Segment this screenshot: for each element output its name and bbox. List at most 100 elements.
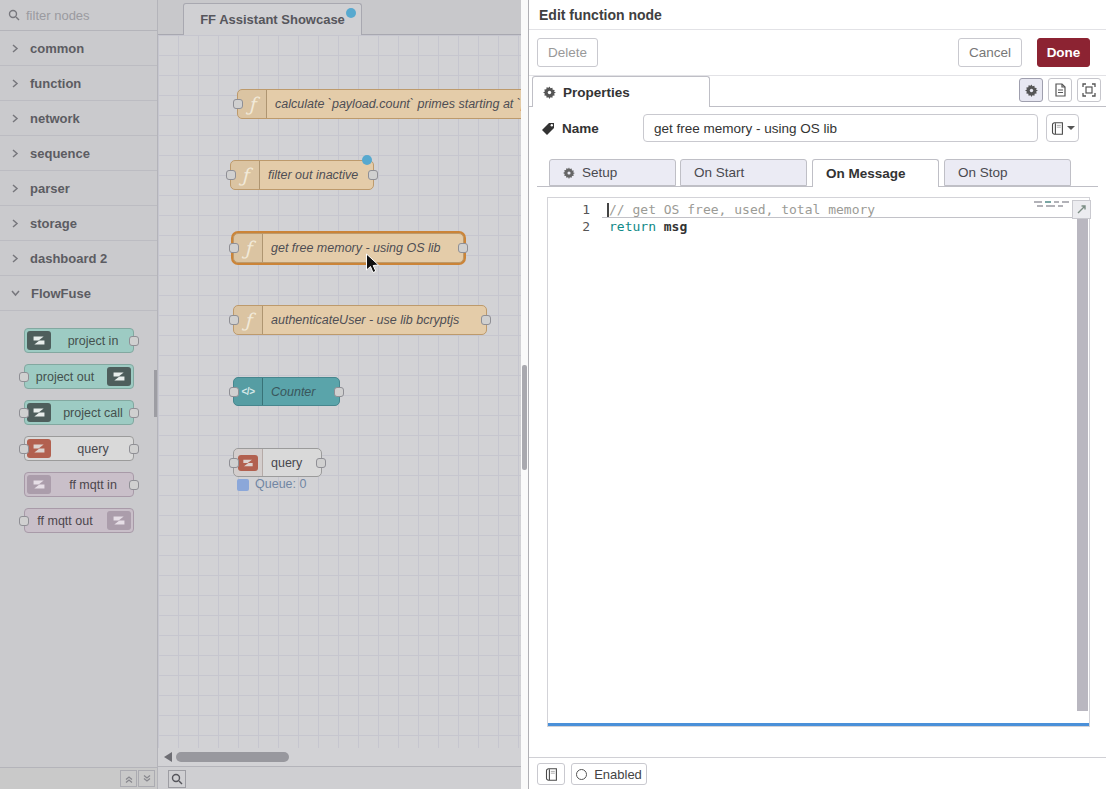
expand-all-button[interactable] bbox=[138, 770, 155, 787]
node-output-port[interactable] bbox=[129, 336, 139, 346]
search-icon bbox=[8, 9, 20, 21]
palette-scrollbar[interactable] bbox=[154, 370, 157, 417]
node-input-port[interactable] bbox=[19, 372, 29, 382]
palette-search[interactable]: filter nodes bbox=[0, 0, 157, 31]
done-button[interactable]: Done bbox=[1037, 38, 1090, 67]
editor-minimap bbox=[1034, 201, 1070, 209]
tab-properties[interactable]: Properties bbox=[532, 76, 710, 107]
node-input-port[interactable] bbox=[19, 444, 29, 454]
canvas-footer bbox=[158, 766, 521, 789]
flowfuse-icon bbox=[107, 367, 131, 386]
node-output-port[interactable] bbox=[368, 170, 378, 180]
palette-search-placeholder: filter nodes bbox=[26, 8, 90, 23]
flow-node-authenticate-user[interactable]: ƒ authenticateUser - use lib bcryptjs bbox=[233, 305, 487, 335]
flowfuse-icon bbox=[27, 475, 51, 494]
palette-node-project-in[interactable]: project in bbox=[24, 328, 134, 353]
code-line-1: // get OS free, used, total memory bbox=[609, 202, 875, 217]
appearance-view-button[interactable] bbox=[1077, 78, 1101, 102]
node-output-port[interactable] bbox=[129, 408, 139, 418]
palette-node-project-out[interactable]: project out bbox=[24, 364, 134, 389]
palette-category-function[interactable]: function bbox=[0, 66, 157, 101]
palette-category-network[interactable]: network bbox=[0, 101, 157, 136]
node-input-port[interactable] bbox=[233, 99, 243, 109]
palette-category-storage[interactable]: storage bbox=[0, 206, 157, 241]
dialog-tabrow: Properties bbox=[529, 76, 1106, 107]
workspace-tab[interactable]: FF Assistant Showcase bbox=[183, 3, 362, 35]
description-view-button[interactable] bbox=[1048, 78, 1072, 102]
hscroll-thumb[interactable] bbox=[176, 752, 289, 762]
node-input-port[interactable] bbox=[19, 408, 29, 418]
chevron-right-icon bbox=[11, 44, 19, 53]
edit-function-node-dialog: Edit function node Delete Cancel Done Pr… bbox=[528, 0, 1106, 789]
cancel-button[interactable]: Cancel bbox=[958, 38, 1022, 67]
node-output-port[interactable] bbox=[129, 444, 139, 454]
editor-resize-bar[interactable] bbox=[548, 723, 1089, 726]
active-line-underline bbox=[602, 217, 1080, 218]
gear-icon bbox=[543, 86, 556, 99]
code-editor[interactable]: 1 2 // get OS free, used, total memory r… bbox=[547, 197, 1090, 727]
node-status-dot bbox=[237, 479, 249, 491]
flow-node-filter-out-inactive[interactable]: ƒ filter out inactive bbox=[230, 160, 374, 190]
palette-node-ff-mqtt-out[interactable]: ff mqtt out bbox=[24, 508, 134, 533]
flow-node-query[interactable]: query bbox=[233, 448, 322, 477]
tab-on-stop[interactable]: On Stop bbox=[944, 159, 1071, 186]
chevron-right-icon bbox=[11, 149, 19, 158]
magnifier-icon bbox=[171, 773, 183, 785]
properties-view-button[interactable] bbox=[1019, 78, 1043, 102]
name-label: Name bbox=[541, 121, 599, 136]
enabled-ring-icon bbox=[576, 769, 587, 780]
search-flows-button[interactable] bbox=[168, 770, 186, 788]
canvas-vscrollbar[interactable] bbox=[521, 0, 528, 789]
flowfuse-icon bbox=[27, 403, 51, 422]
node-input-port[interactable] bbox=[229, 315, 239, 325]
unsaved-changes-dot bbox=[346, 8, 356, 18]
line-number: 2 bbox=[548, 219, 590, 234]
collapse-all-button[interactable] bbox=[120, 770, 137, 787]
flow-node-calculate-primes[interactable]: ƒ calculate `payload.count` primes start… bbox=[237, 89, 521, 119]
expand-icon bbox=[1076, 204, 1087, 215]
expand-editor-button[interactable] bbox=[1072, 200, 1091, 219]
flow-node-get-free-memory[interactable]: ƒ get free memory - using OS lib bbox=[233, 233, 464, 263]
palette-category-sequence[interactable]: sequence bbox=[0, 136, 157, 171]
node-input-port[interactable] bbox=[229, 387, 239, 397]
enabled-toggle-button[interactable]: Enabled bbox=[571, 763, 647, 785]
chevron-right-icon bbox=[11, 114, 19, 123]
tab-setup[interactable]: Setup bbox=[549, 159, 676, 186]
tab-on-message[interactable]: On Message bbox=[812, 159, 939, 187]
mouse-cursor bbox=[365, 253, 381, 275]
vscroll-thumb[interactable] bbox=[522, 365, 527, 470]
hscroll-left-arrow[interactable] bbox=[164, 752, 172, 762]
palette-node-project-call[interactable]: project call bbox=[24, 400, 134, 425]
library-button[interactable] bbox=[1046, 114, 1079, 142]
palette-category-common[interactable]: common bbox=[0, 31, 157, 66]
name-input[interactable] bbox=[643, 114, 1038, 142]
line-number: 1 bbox=[548, 202, 590, 217]
node-output-port[interactable] bbox=[458, 243, 468, 253]
node-output-port[interactable] bbox=[316, 458, 326, 468]
flow-node-counter[interactable]: </> Counter bbox=[233, 377, 340, 406]
flowfuse-icon bbox=[27, 439, 51, 458]
node-output-port[interactable] bbox=[129, 480, 139, 490]
node-output-port[interactable] bbox=[334, 387, 344, 397]
node-input-port[interactable] bbox=[229, 458, 239, 468]
palette-category-parser[interactable]: parser bbox=[0, 171, 157, 206]
node-input-port[interactable] bbox=[226, 170, 236, 180]
palette-node-ff-mqtt-in[interactable]: ff mqtt in bbox=[24, 472, 134, 497]
tab-on-start[interactable]: On Start bbox=[680, 159, 807, 186]
appearance-icon bbox=[1082, 83, 1096, 97]
library-footer-button[interactable] bbox=[537, 763, 565, 785]
node-input-port[interactable] bbox=[229, 243, 239, 253]
caret-down-icon bbox=[1067, 126, 1075, 130]
node-output-port[interactable] bbox=[481, 315, 491, 325]
node-input-port[interactable] bbox=[19, 516, 29, 526]
palette-node-query[interactable]: query bbox=[24, 436, 134, 461]
delete-button[interactable]: Delete bbox=[537, 38, 598, 67]
chevron-right-icon bbox=[11, 254, 19, 263]
palette-category-dashboard2[interactable]: dashboard 2 bbox=[0, 241, 157, 276]
chevron-down-icon bbox=[11, 289, 20, 297]
workspace-tabbar: FF Assistant Showcase bbox=[158, 0, 521, 35]
palette-category-flowfuse[interactable]: FlowFuse bbox=[0, 276, 157, 311]
editor-scrollbar[interactable] bbox=[1077, 219, 1088, 711]
flow-canvas[interactable]: FF Assistant Showcase ƒ calculate `paylo… bbox=[158, 0, 521, 789]
flowfuse-icon bbox=[27, 331, 51, 350]
